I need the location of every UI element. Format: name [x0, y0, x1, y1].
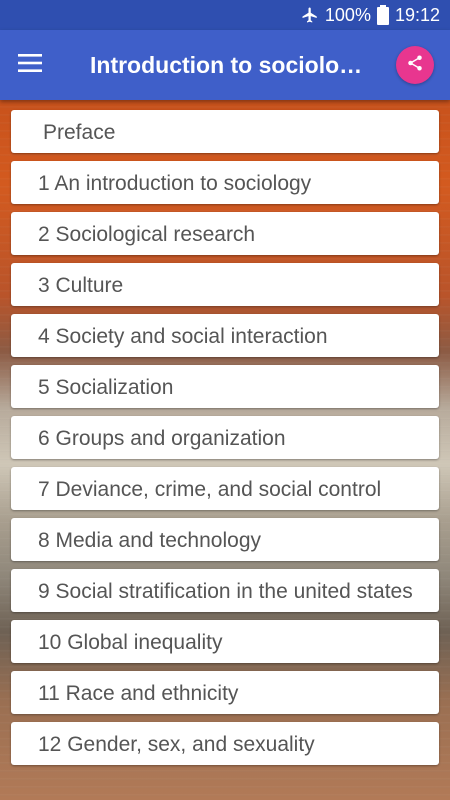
app-bar: Introduction to sociolo…	[0, 30, 450, 100]
list-item[interactable]: 4 Society and social interaction	[11, 314, 439, 357]
airplane-icon	[301, 6, 319, 24]
chapter-list: Preface 1 An introduction to sociology 2…	[0, 100, 450, 800]
list-item[interactable]: 1 An introduction to sociology	[11, 161, 439, 204]
battery-percentage: 100%	[324, 4, 371, 25]
clock: 19:12	[394, 4, 440, 25]
list-item[interactable]: 10 Global inequality	[11, 620, 439, 663]
hamburger-menu-icon	[18, 53, 42, 77]
menu-button[interactable]	[0, 30, 60, 100]
list-item[interactable]: 9 Social stratification in the united st…	[11, 569, 439, 612]
list-item[interactable]: 6 Groups and organization	[11, 416, 439, 459]
battery-icon	[376, 5, 389, 25]
page-title: Introduction to sociolo…	[90, 51, 363, 78]
list-item[interactable]: 3 Culture	[11, 263, 439, 306]
list-item[interactable]: 11 Race and ethnicity	[11, 671, 439, 714]
share-button[interactable]	[396, 46, 434, 84]
list-item[interactable]: 5 Socialization	[11, 365, 439, 408]
status-bar: 100% 19:12	[0, 0, 450, 30]
list-item[interactable]: Preface	[11, 110, 439, 153]
list-item[interactable]: 8 Media and technology	[11, 518, 439, 561]
list-item[interactable]: 2 Sociological research	[11, 212, 439, 255]
share-icon	[406, 54, 424, 77]
list-item[interactable]: 12 Gender, sex, and sexuality	[11, 722, 439, 765]
list-item[interactable]: 7 Deviance, crime, and social control	[11, 467, 439, 510]
